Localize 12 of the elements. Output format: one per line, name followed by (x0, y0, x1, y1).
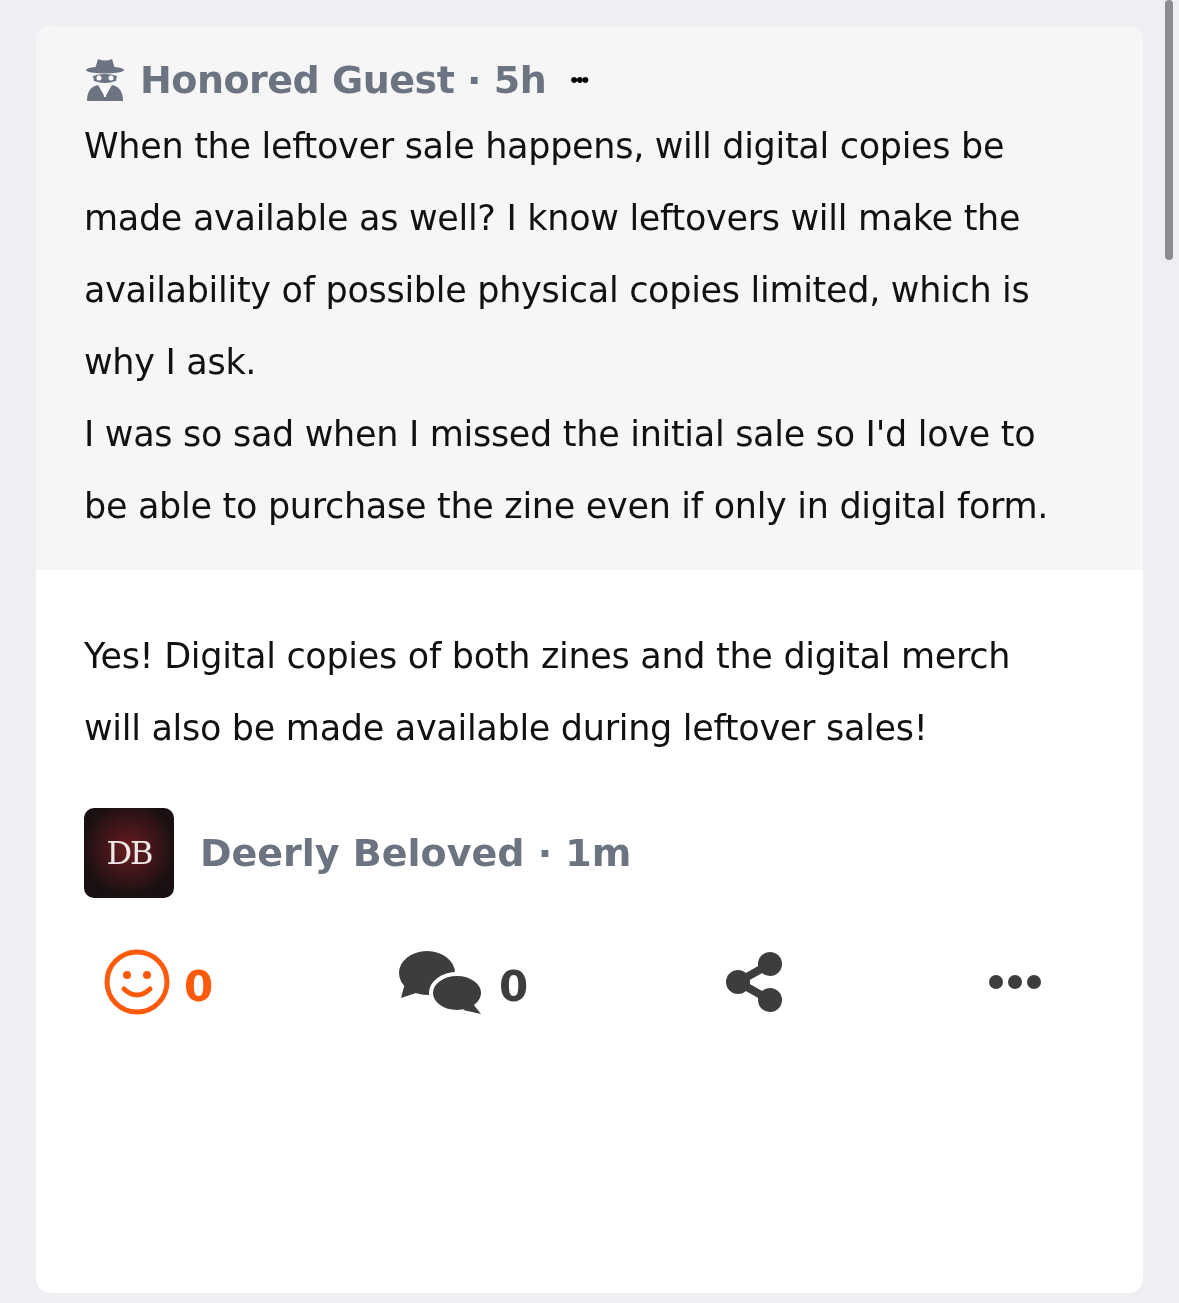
more-button[interactable] (989, 975, 1041, 989)
comment-button[interactable]: 0 (399, 948, 724, 1016)
answer-text: Yes! Digital copies of both zines and the digital merch will also be made available during leftover sales! (84, 635, 1012, 750)
share-icon (724, 951, 784, 1013)
more-button[interactable]: ••• (570, 67, 588, 93)
question-text: When the leftover sale happens, will digital copies be made available as well? I know leftovers will make the availability of possible physical copies limited, which is why I ask. (84, 125, 1031, 384)
spy-icon (84, 57, 126, 103)
avatar-logo: DB (84, 808, 174, 898)
author-name: Honored Guest · 5h (140, 58, 547, 102)
author-name: Deerly Beloved · 1m (200, 831, 632, 875)
question-text: I was so sad when I missed the initial sale so I'd love to be able to purchase the zine even if only in digital form. (84, 413, 1050, 528)
smiley-icon (104, 949, 170, 1015)
